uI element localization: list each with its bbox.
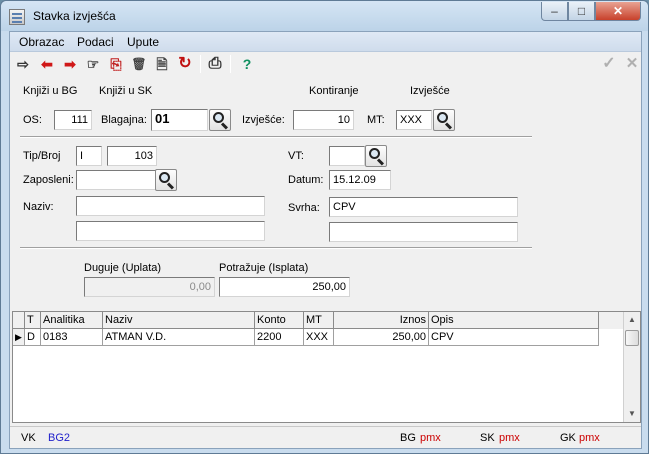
next-icon[interactable]: ➡ [61,55,79,73]
app-window: Stavka izvješća – □ ✕ Obrazac Podaci Upu… [0,0,649,454]
izvjesce-label: Izvješće: [242,114,285,126]
blagajna-label: Blagajna: [101,114,147,126]
row-selector-icon[interactable]: ▶ [13,329,25,346]
broj-field[interactable]: 103 [107,146,157,166]
status-bar: VK BG2 BG pmx SK pmx GK pmx [10,426,641,448]
column-header-iznos[interactable]: Iznos [334,312,429,329]
status-bg-label: BG [400,432,416,444]
potrazuje-field[interactable]: 250,00 [219,277,350,297]
zaposleni-label: Zaposleni: [23,174,74,186]
table-cell-mt[interactable]: XXX [304,329,334,346]
items-grid[interactable]: T Analitika Naziv Konto MT Iznos Opis ▶ … [12,311,641,423]
menu-obrazac[interactable]: Obrazac [19,35,64,49]
table-cell-opis[interactable]: CPV [429,329,599,346]
blagajna-field[interactable]: 01 [151,109,208,131]
scroll-thumb[interactable] [625,330,639,346]
delete-icon[interactable]: 🗑 [130,55,148,73]
svrha-field-1[interactable]: CPV [329,197,518,217]
toolbar: ⇨ ⬅ ➡ ☞ ⎘ 🗑 🗎 ↻ ⎙ ? ✓ ✕ [10,52,641,76]
previous-icon[interactable]: ⬅ [38,55,56,73]
knjizi-bg-label[interactable]: Knjiži u BG [23,85,77,97]
duguje-label: Duguje (Uplata) [84,262,162,274]
potrazuje-label: Potražuje (Isplata) [219,262,309,274]
zaposleni-search-button[interactable] [155,169,177,191]
column-header-naziv[interactable]: Naziv [103,312,255,329]
blagajna-search-button[interactable] [209,109,231,131]
vt-label: VT: [288,150,304,162]
separator-line [20,136,532,138]
copy-icon[interactable]: ⎘ [107,55,125,73]
zaposleni-field[interactable] [76,170,156,190]
close-button[interactable]: ✕ [595,2,641,21]
form-client-area: Obrazac Podaci Upute ⇨ ⬅ ➡ ☞ ⎘ 🗑 🗎 ↻ ⎙ ?… [9,31,642,449]
pointer-icon[interactable]: ☞ [84,55,102,73]
status-sk-value: pmx [499,432,520,444]
datum-field[interactable]: 15.12.09 [329,170,391,190]
scroll-up-arrow[interactable]: ▲ [624,312,640,328]
kontiranje-label[interactable]: Kontiranje [309,85,359,97]
enter-icon[interactable]: ⇨ [14,55,32,73]
naziv-field-1[interactable] [76,196,265,216]
menu-upute[interactable]: Upute [127,35,159,49]
status-vk-value: BG2 [48,432,71,444]
separator-line [20,247,532,249]
column-header-analitika[interactable]: Analitika [41,312,103,329]
naziv-field-2[interactable] [76,221,265,241]
status-gk-value: pmx [579,432,600,444]
column-header-t[interactable]: T [25,312,41,329]
status-gk-label: GK [560,432,576,444]
app-icon [9,9,25,25]
confirm-icon[interactable]: ✓ [600,55,618,73]
svrha-field-2[interactable] [329,222,518,242]
izvjesce-header-label[interactable]: Izvješće [410,85,450,97]
grid-indicator-header [13,312,25,329]
mt-field[interactable]: XXX [396,110,432,130]
find-icon[interactable]: 🗎 [153,55,171,73]
grid-vertical-scrollbar[interactable]: ▲ ▼ [623,312,640,422]
knjizi-sk-label[interactable]: Knjiži u SK [99,85,152,97]
table-cell-konto[interactable]: 2200 [255,329,304,346]
maximize-button[interactable]: □ [568,2,595,21]
datum-label: Datum: [288,174,324,186]
scroll-down-arrow[interactable]: ▼ [624,406,640,422]
toolbar-separator [200,55,201,73]
duguje-field[interactable]: 0,00 [84,277,215,297]
naziv-label: Naziv: [23,201,54,213]
refresh-icon[interactable]: ↻ [176,55,194,73]
table-cell-iznos[interactable]: 250,00 [334,329,429,346]
mt-search-button[interactable] [433,109,455,131]
tip-broj-label: Tip/Broj [23,150,61,162]
print-icon[interactable]: ⎙ [206,55,224,73]
toolbar-separator [230,55,231,73]
status-bg-value: pmx [420,432,441,444]
vt-search-button[interactable] [365,145,387,167]
menu-bar: Obrazac Podaci Upute [10,32,641,52]
mt-label: MT: [367,114,385,126]
window-title: Stavka izvješća [33,9,116,23]
help-icon[interactable]: ? [238,55,256,73]
menu-podaci[interactable]: Podaci [77,35,114,49]
status-vk-label: VK [21,432,36,444]
table-cell-naziv[interactable]: ATMAN V.D. [103,329,255,346]
cancel-icon[interactable]: ✕ [623,55,641,73]
title-bar[interactable]: Stavka izvješća – □ ✕ [1,1,648,31]
izvjesce-field[interactable]: 10 [293,110,354,130]
vt-field[interactable] [329,146,365,166]
column-header-mt[interactable]: MT [304,312,334,329]
column-header-opis[interactable]: Opis [429,312,599,329]
status-sk-label: SK [480,432,495,444]
os-field[interactable]: 111 [54,110,92,130]
svrha-label: Svrha: [288,202,320,214]
table-cell-t[interactable]: D [25,329,41,346]
tip-field[interactable]: I [76,146,102,166]
table-cell-analitika[interactable]: 0183 [41,329,103,346]
column-header-konto[interactable]: Konto [255,312,304,329]
os-label: OS: [23,114,42,126]
minimize-button[interactable]: – [541,2,568,21]
